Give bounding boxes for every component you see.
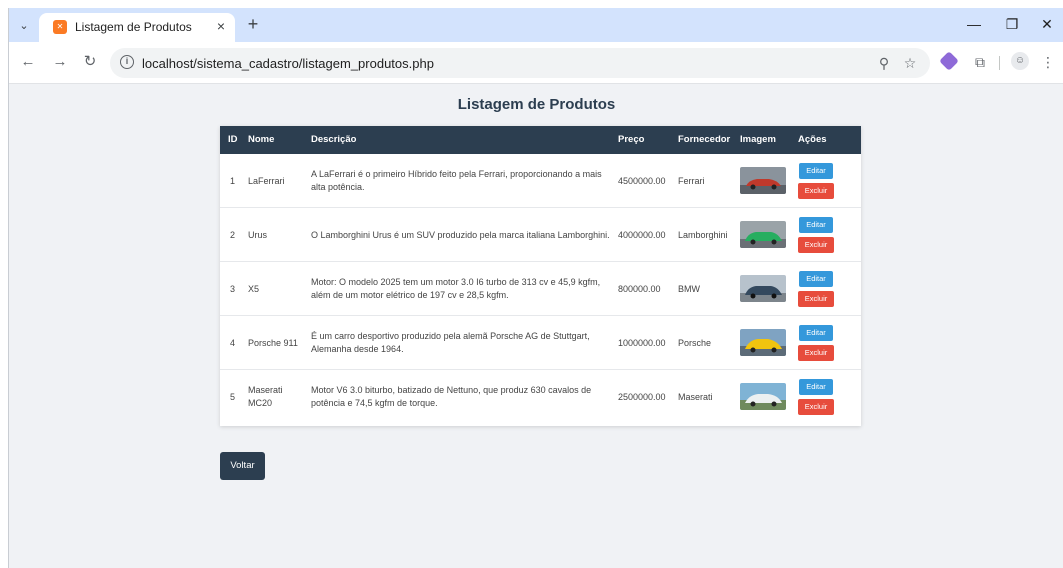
cell-id: 4 <box>230 337 236 348</box>
cell-fornecedor: Porsche <box>678 337 712 348</box>
delete-button[interactable]: Excluir <box>798 399 834 415</box>
table-row: 1 LaFerrari A LaFerrari é o primeiro Híb… <box>220 154 861 208</box>
header-id: ID <box>228 134 238 145</box>
tab-strip: ⌄ ✕ Listagem de Produtos × + — ❐ ✕ <box>9 8 1063 42</box>
cell-id: 5 <box>230 391 236 402</box>
minimize-icon[interactable]: — <box>964 16 984 32</box>
table-row: 5 Maserati MC20 Motor V6 3.0 biturbo, ba… <box>220 370 861 424</box>
cell-preco: 1000000.00 <box>618 337 666 348</box>
tab-title: Listagem de Produtos <box>75 20 192 34</box>
star-icon[interactable]: ☆ <box>902 55 918 71</box>
page-content: Listagem de Produtos ID Nome Descrição P… <box>9 85 1063 568</box>
window-close-icon[interactable]: ✕ <box>1037 16 1057 32</box>
header-acoes: Ações <box>798 134 827 145</box>
edit-button[interactable]: Editar <box>799 325 833 341</box>
car-image-icon <box>740 329 786 356</box>
car-image-icon <box>740 275 786 302</box>
header-descricao: Descrição <box>311 134 357 145</box>
cell-id: 2 <box>230 229 236 240</box>
tab-listagem-produtos[interactable]: ✕ Listagem de Produtos × <box>39 13 235 42</box>
header-nome: Nome <box>248 134 275 145</box>
delete-button[interactable]: Excluir <box>798 291 834 307</box>
cell-descricao: Motor V6 3.0 biturbo, batizado de Nettun… <box>311 385 592 408</box>
cell-preco: 4000000.00 <box>618 229 666 240</box>
edit-button[interactable]: Editar <box>799 271 833 287</box>
table-row: 2 Urus O Lamborghini Urus é um SUV produ… <box>220 208 861 262</box>
xampp-favicon-icon: ✕ <box>53 20 67 34</box>
kebab-menu-icon[interactable]: ⋮ <box>1039 54 1057 70</box>
delete-button[interactable]: Excluir <box>798 345 834 361</box>
arrow-right-icon[interactable]: → <box>51 54 69 70</box>
product-image <box>740 383 786 410</box>
cell-preco: 2500000.00 <box>618 391 666 402</box>
product-image <box>740 221 786 248</box>
cell-nome: Maserati MC20 <box>248 385 283 408</box>
header-imagem: Imagem <box>740 134 776 145</box>
car-image-icon <box>740 167 786 194</box>
cell-nome: Porsche 911 <box>248 337 298 348</box>
cell-nome: Urus <box>248 229 268 240</box>
cell-descricao: Motor: O modelo 2025 tem um motor 3.0 I6… <box>311 277 601 300</box>
zoom-icon[interactable]: ⚲ <box>876 55 892 71</box>
extension-icon[interactable] <box>939 51 959 71</box>
info-icon[interactable]: i <box>120 55 134 69</box>
car-image-icon <box>740 383 786 410</box>
cell-nome: LaFerrari <box>248 175 285 186</box>
new-tab-icon[interactable]: + <box>243 15 263 33</box>
browser-toolbar: ← → ↻ i localhost/sistema_cadastro/lista… <box>9 42 1063 84</box>
reload-icon[interactable]: ↻ <box>81 54 99 70</box>
product-image <box>740 329 786 356</box>
back-button[interactable]: Voltar <box>220 452 265 480</box>
delete-button[interactable]: Excluir <box>798 183 834 199</box>
cell-fornecedor: Maserati <box>678 391 713 402</box>
edit-button[interactable]: Editar <box>799 163 833 179</box>
table-header: ID Nome Descrição Preço Fornecedor Image… <box>220 126 861 154</box>
cell-id: 3 <box>230 283 236 294</box>
page-title: Listagem de Produtos <box>457 96 616 113</box>
cell-fornecedor: Ferrari <box>678 175 705 186</box>
cell-id: 1 <box>230 175 236 186</box>
url-text[interactable]: localhost/sistema_cadastro/listagem_prod… <box>142 56 434 71</box>
toolbar-separator <box>999 56 1000 70</box>
cell-descricao: A LaFerrari é o primeiro Híbrido feito p… <box>311 169 602 192</box>
cell-descricao: O Lamborghini Urus é um SUV produzido pe… <box>311 229 610 240</box>
edit-button[interactable]: Editar <box>799 379 833 395</box>
cell-descricao: É um carro desportivo produzido pela ale… <box>311 331 590 354</box>
cell-fornecedor: BMW <box>678 283 700 294</box>
header-preco: Preço <box>618 134 645 145</box>
cell-preco: 4500000.00 <box>618 175 666 186</box>
cell-preco: 800000.00 <box>618 283 661 294</box>
restore-icon[interactable]: ❐ <box>1002 16 1022 32</box>
close-icon[interactable]: × <box>217 18 225 34</box>
address-bar[interactable]: i localhost/sistema_cadastro/listagem_pr… <box>110 48 930 78</box>
table-row: 4 Porsche 911 É um carro desportivo prod… <box>220 316 861 370</box>
delete-button[interactable]: Excluir <box>798 237 834 253</box>
car-image-icon <box>740 221 786 248</box>
profile-icon[interactable]: ☺ <box>1011 52 1029 70</box>
chevron-down-icon[interactable]: ⌄ <box>15 17 33 35</box>
header-fornecedor: Fornecedor <box>678 134 731 145</box>
browser-window: ⌄ ✕ Listagem de Produtos × + — ❐ ✕ ← → ↻… <box>8 8 1063 568</box>
product-image <box>740 167 786 194</box>
cell-fornecedor: Lamborghini <box>678 229 728 240</box>
products-table: ID Nome Descrição Preço Fornecedor Image… <box>220 126 861 426</box>
table-row: 3 X5 Motor: O modelo 2025 tem um motor 3… <box>220 262 861 316</box>
product-image <box>740 275 786 302</box>
edit-button[interactable]: Editar <box>799 217 833 233</box>
puzzle-icon[interactable]: ⧉ <box>971 54 989 70</box>
cell-nome: X5 <box>248 283 260 294</box>
arrow-left-icon[interactable]: ← <box>19 54 37 70</box>
